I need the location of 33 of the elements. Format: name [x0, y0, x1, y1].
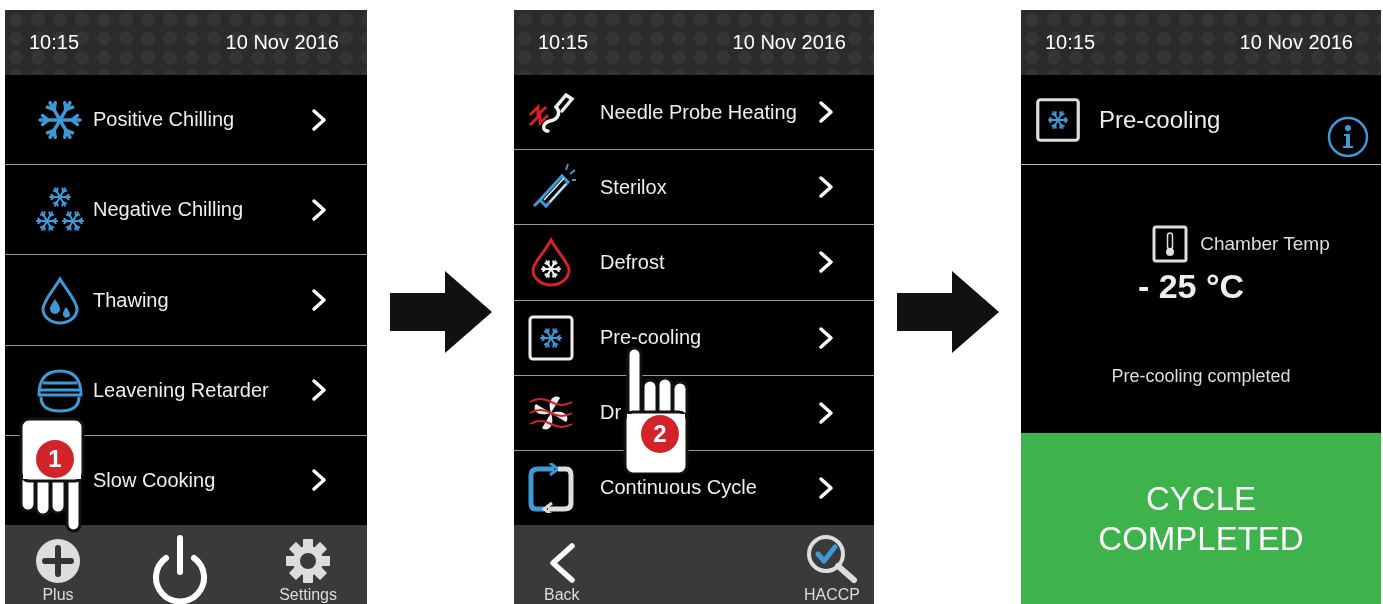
- chevron-icon: [818, 475, 834, 500]
- date-text: 10 Nov 2016: [225, 31, 339, 54]
- clock-time: 10:15: [1045, 31, 1096, 54]
- chevron-icon: [311, 288, 327, 312]
- cycle-arrows-icon: [526, 462, 576, 513]
- chevron-icon: [818, 100, 834, 125]
- chevron-icon: [311, 107, 327, 132]
- settings-icon: [285, 538, 332, 584]
- program-title: Pre-cooling: [1099, 105, 1222, 134]
- info-icon[interactable]: [1327, 116, 1369, 158]
- chevron-icon: [818, 400, 834, 425]
- snowflake-square-icon: [1035, 96, 1081, 143]
- plus-button[interactable]: Plus: [35, 538, 81, 604]
- chevron-icon: [311, 378, 327, 403]
- date-text: 10 Nov 2016: [1239, 31, 1353, 54]
- magnifier-check-icon: [804, 532, 860, 584]
- chevron-icon: [818, 250, 834, 275]
- cycle-completed-banner: CYCLE COMPLETED: [1021, 433, 1381, 604]
- sensor-label: Chamber Temp: [1200, 233, 1330, 255]
- haccp-button[interactable]: HACCP: [804, 532, 860, 604]
- chevron-icon: [311, 197, 327, 222]
- chevron-icon: [818, 325, 834, 350]
- plus-icon: [35, 538, 81, 584]
- chevron-icon: [311, 468, 327, 493]
- date-text: 10 Nov 2016: [732, 31, 846, 54]
- status-message: Pre-cooling completed: [1111, 366, 1291, 387]
- temperature-reading: - 25 °C: [1137, 267, 1245, 306]
- chevron-icon: [818, 175, 834, 200]
- thermometer-icon: [1152, 225, 1189, 263]
- clock-time: 10:15: [29, 31, 80, 54]
- settings-button[interactable]: Settings: [279, 538, 337, 604]
- back-button[interactable]: Back: [544, 542, 580, 604]
- clock-time: 10:15: [538, 31, 589, 54]
